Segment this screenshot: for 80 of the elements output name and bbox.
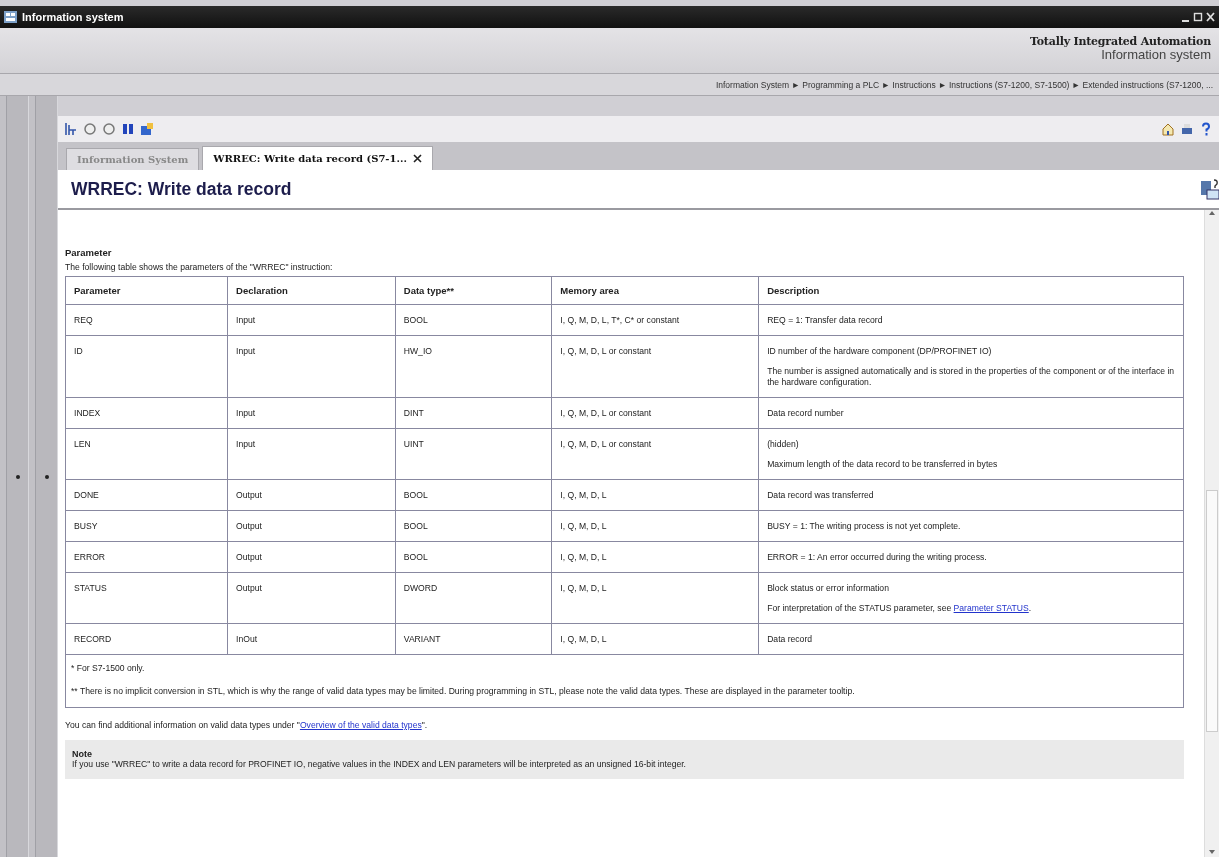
description-text: ERROR = 1: An error occurred during the writing process. [767,552,988,563]
info-text: You can find additional information on valid data types under "Overview of the valid data types". [65,720,429,730]
table-cell: Output [227,479,396,511]
table-cell: HW_IO [395,335,552,398]
description-text: Data record number [767,408,845,419]
table-cell: RECORD [65,623,228,655]
column-header: Description [758,276,1184,305]
table-cell: BUSY [65,510,228,542]
table-cell: REQ [65,304,228,336]
close-icon[interactable] [412,154,422,163]
maximize-icon[interactable] [1193,11,1203,23]
table-cell: I, Q, M, D, L or constant [551,335,759,398]
description-text: BUSY = 1: The writing process is not yet complete. [767,521,962,532]
table-cell: I, Q, M, D, L or constant [551,428,759,480]
table-cell: Input [227,397,396,429]
bars-icon[interactable] [121,122,135,136]
circle-icon[interactable] [83,122,97,136]
table-cell: DONE [65,479,228,511]
table-cell: Output [227,572,396,624]
table-cell: INDEX [65,397,228,429]
table-cell: Input [227,428,396,480]
table-cell: InOut [227,623,396,655]
table-cell: Input [227,304,396,336]
dot-icon [43,473,50,480]
tree-icon[interactable] [64,122,78,136]
bookmark-icon[interactable] [140,122,154,136]
footnote: * For S7-1500 only. [71,663,146,674]
product-name: Information system [1101,47,1211,62]
table-cell: DWORD [395,572,552,624]
description-text: Data record [767,634,814,645]
description-text: (hidden) [767,439,800,450]
footnote: ** There is no implicit conversion in STL, which is why the range of valid data types may be limited. During programming in STL, please note the valid data types. These are displayed in the parameter tooltip. [71,686,856,697]
description-text: The number is assigned automatically and is stored in the properties of the component or of the interface in the hardware configuration. [767,366,1176,388]
description-text: REQ = 1: Transfer data record [767,315,884,326]
table-cell: I, Q, M, D, L [551,510,759,542]
print-icon[interactable] [1180,122,1194,136]
table-cell: Input [227,335,396,398]
table-cell: I, Q, M, D, L [551,541,759,573]
table-cell: BOOL [395,541,552,573]
table-cell: UINT [395,428,552,480]
table-cell: I, Q, M, D, L [551,623,759,655]
table-cell: Output [227,510,396,542]
table-cell: LEN [65,428,228,480]
note-heading: Note [72,749,93,759]
note-text: If you use "WRREC" to write a data record for PROFINET IO, negative values in the INDEX and LEN parameters will be interpreted as an unsigned 16-bit integer. [72,759,687,769]
column-header: Memory area [551,276,759,305]
section-heading: Parameter [65,247,113,258]
column-header: Data type** [395,276,552,305]
link[interactable]: Parameter STATUS [953,603,1029,613]
tab[interactable]: WRREC: Write data record (S7-1... [202,146,433,170]
window-title: Information system [22,11,125,23]
table-cell: STATUS [65,572,228,624]
column-header: Declaration [227,276,396,305]
table-cell: I, Q, M, D, L, T*, C* or constant [551,304,759,336]
app-icon [4,11,17,23]
page-title: WRREC: Write data record [71,178,292,200]
description-text: Maximum length of the data record to be transferred in bytes [767,459,999,470]
table-cell: Output [227,541,396,573]
table-cell: I, Q, M, D, L [551,572,759,624]
column-header: Parameter [65,276,228,305]
description-text: For interpretation of the STATUS parameter, see Parameter STATUS. [767,603,1033,614]
table-cell: I, Q, M, D, L [551,479,759,511]
table-cell: ID [65,335,228,398]
table-cell: I, Q, M, D, L or constant [551,397,759,429]
table-cell: BOOL [395,304,552,336]
help-icon[interactable] [1199,122,1213,136]
dot-icon [14,473,21,480]
home-icon[interactable] [1161,122,1175,136]
table-cell: BOOL [395,510,552,542]
circle-icon[interactable] [102,122,116,136]
description-text: ID number of the hardware component (DP/PROFINET IO) [767,346,993,357]
table-cell: DINT [395,397,552,429]
table-cell: BOOL [395,479,552,511]
table-cell: ERROR [65,541,228,573]
intro-text: The following table shows the parameters of the "WRREC" instruction: [65,262,334,272]
table-cell: VARIANT [395,623,552,655]
description-text: Data record was transferred [767,490,875,501]
description-text: Block status or error information [767,583,890,594]
book-help-icon [1201,178,1219,200]
brand-name: Totally Integrated Automation [1030,35,1211,48]
